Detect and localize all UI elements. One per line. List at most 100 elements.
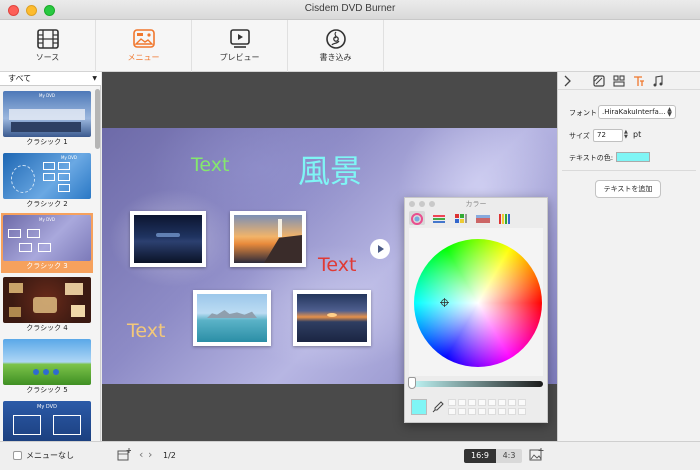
template-item[interactable]: My DVD [1,399,93,441]
font-dropdown-arrows-icon: ▲ ▼ [667,106,672,118]
add-text-button[interactable]: テキストを追加 [595,180,661,198]
color-picker-panel: カラー [404,197,548,423]
template-thumb-title: My DVD [39,93,55,98]
swatch-cell[interactable] [448,399,456,406]
crayons-tab[interactable] [497,211,513,225]
music-icon[interactable] [652,75,664,87]
text-color-well[interactable] [616,152,650,162]
color-panel-title: カラー [465,200,487,208]
background-icon[interactable] [593,75,605,87]
template-thumbnail [3,277,91,323]
bottom-bar: メニューなし ‹ › 1/2 16:9 4:3 [0,441,700,470]
previous-page-button[interactable]: ‹ [139,448,143,461]
image-palette-tab[interactable] [475,211,491,225]
template-label: クラシック 1 [26,138,68,146]
brightness-slider-knob[interactable] [408,377,416,389]
template-item[interactable]: クラシック 4 [1,275,93,335]
tab-source[interactable]: ソース [0,20,96,72]
template-list: My DVD クラシック 1 My DVD クラシック 2 My DVD クラシ… [0,87,95,441]
stage-text-red[interactable]: Text [318,254,356,276]
swatch-cell[interactable] [498,408,506,415]
next-page-button[interactable]: › [148,448,152,461]
inspector-panel: フォント .HiraKakuInterfa... ▲ ▼ サイズ 72 ▲ ▼ pt… [557,72,700,441]
swatch-cell[interactable] [518,399,526,406]
swatch-cell[interactable] [488,399,496,406]
template-thumb-title: My DVD [37,404,57,410]
text-icon[interactable] [633,75,645,87]
tab-menu[interactable]: メニュー [96,20,192,72]
swatch-cell[interactable] [488,408,496,415]
template-item[interactable]: My DVD クラシック 1 [1,89,93,149]
background-image-icon[interactable] [529,448,544,462]
color-wheel[interactable] [414,239,542,367]
swatch-cell[interactable] [458,399,466,406]
template-label: クラシック 2 [26,200,68,208]
size-label: サイズ [569,132,590,140]
swatch-cell[interactable] [478,408,486,415]
ratio-16-9-button[interactable]: 16:9 [464,449,496,463]
swatch-cell[interactable] [508,408,516,415]
divider [562,170,696,171]
swatch-cell[interactable] [498,399,506,406]
chevron-down-icon: ▼ [92,75,97,82]
play-icon [378,245,384,253]
menu-image-icon [133,29,155,48]
no-menu-label: メニューなし [26,451,74,460]
photo-frame[interactable] [293,290,371,346]
city-skyline-photo [197,294,267,342]
layout-icon[interactable] [613,75,625,87]
sunset-sea-photo [297,294,367,342]
template-label: クラシック 5 [26,386,68,394]
template-scrollbar[interactable] [95,87,100,441]
swatch-cell[interactable] [478,399,486,406]
no-menu-checkbox[interactable] [13,451,22,460]
stage-text-value: Text [127,320,166,342]
swatch-cell[interactable] [458,408,466,415]
current-color-swatch[interactable] [411,399,427,415]
sliders-icon [433,215,445,223]
color-wheel-tab[interactable] [409,211,425,225]
swatch-cell[interactable] [468,399,476,406]
font-size-input[interactable]: 72 [593,129,623,142]
template-filter-dropdown[interactable]: すべて ▼ [0,72,101,86]
template-item[interactable]: My DVD クラシック 2 [1,151,93,211]
template-item[interactable]: クラシック 5 [1,337,93,397]
film-icon [37,29,59,49]
swatch-cell[interactable] [448,408,456,415]
tab-preview[interactable]: プレビュー [192,20,288,72]
swatch-cell[interactable] [468,408,476,415]
eyedropper-icon[interactable] [432,401,444,413]
color-wheel-area [409,228,543,376]
template-label: クラシック 3 [26,262,68,270]
stage-title-text[interactable]: 風景 [298,146,362,192]
play-icon [230,29,250,48]
title-bar: Cisdem DVD Burner [0,0,700,20]
play-button[interactable] [370,239,390,259]
color-wheel-icon [411,213,423,225]
color-sliders-tab[interactable] [431,211,447,225]
photo-frame[interactable] [230,211,306,267]
photo-frame[interactable] [193,290,271,346]
ratio-4-3-button[interactable]: 4:3 [496,449,522,463]
scrollbar-thumb[interactable] [95,89,100,149]
crosshair-icon [440,298,449,307]
chevron-right-icon[interactable] [563,75,571,87]
font-size-stepper[interactable]: ▲ ▼ [624,130,630,141]
swatch-cell[interactable] [518,408,526,415]
stage-text-yellow[interactable]: Text [127,320,165,342]
template-sidebar: すべて ▼ My DVD クラシック 1 My DVD クラシック 2 My D… [0,72,101,441]
photo-frame[interactable] [130,211,206,267]
text-color-label: テキストの色: [569,154,614,162]
font-label: フォント [569,109,597,117]
color-palette-tab[interactable] [453,211,469,225]
tab-source-label: ソース [35,53,60,62]
template-thumbnail: My DVD [3,215,91,261]
swatch-cell[interactable] [508,399,516,406]
template-thumbnail: My DVD [3,401,91,441]
brightness-slider[interactable] [412,381,543,387]
add-page-icon[interactable] [117,448,131,462]
tab-burn[interactable]: 書き込み [288,20,384,72]
template-item-selected[interactable]: My DVD クラシック 3 [1,213,93,273]
stage-text-green[interactable]: Text [191,154,229,176]
tab-preview-label: プレビュー [219,53,260,62]
